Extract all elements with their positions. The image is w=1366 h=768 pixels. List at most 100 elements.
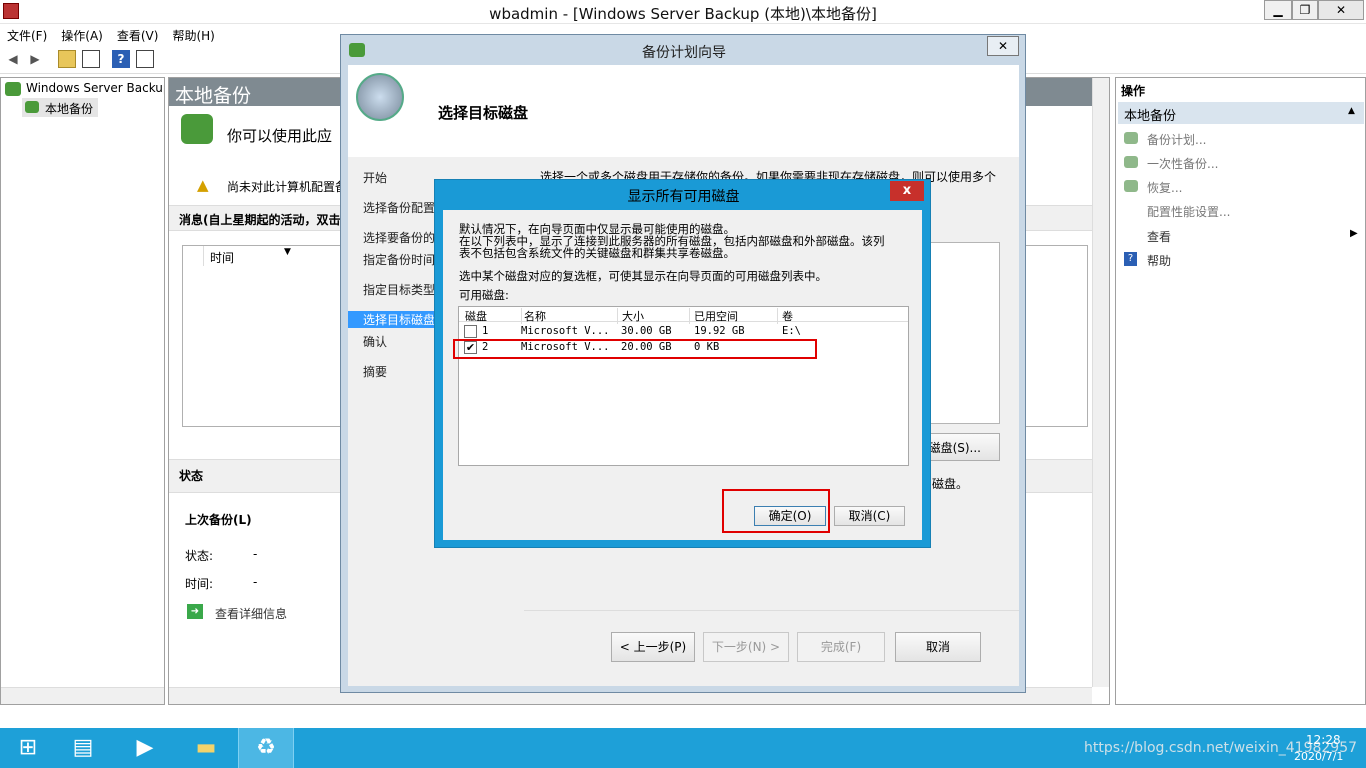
dialog-info-line3: 表不包括包含系统文件的关键磁盘和群集共享卷磁盘。 — [459, 246, 735, 260]
action-backup-schedule[interactable]: 备份计划... — [1147, 131, 1206, 148]
action-backup-once[interactable]: 一次性备份... — [1147, 155, 1218, 172]
disk-list: 磁盘 名称 大小 已用空间 卷 1 Microsoft V... 30.00 G… — [458, 306, 909, 466]
time-column-header[interactable]: 时间 ▼ — [203, 246, 343, 266]
view-details-link[interactable]: 查看详细信息 — [215, 605, 287, 622]
status-value: - — [253, 547, 258, 561]
actions-section-header[interactable]: 本地备份 ▲ — [1118, 102, 1364, 124]
column-volume[interactable]: 卷 — [777, 308, 869, 324]
action-configure-performance[interactable]: 配置性能设置... — [1147, 203, 1230, 220]
dialog-close-button[interactable]: x — [890, 181, 924, 201]
wizard-title: 备份计划向导 — [642, 45, 726, 61]
help-action-icon: ? — [1124, 252, 1137, 266]
file-explorer-icon[interactable]: ▬ — [178, 728, 234, 768]
action-help[interactable]: 帮助 — [1147, 252, 1171, 269]
main-vertical-scrollbar[interactable] — [1092, 78, 1109, 687]
menu-action[interactable]: 操作(A) — [54, 24, 110, 47]
menu-file[interactable]: 文件(F) — [0, 24, 54, 47]
restore-button[interactable]: ❐ — [1292, 0, 1318, 20]
actions-title: 操作 — [1121, 84, 1146, 98]
wizard-nav-start[interactable]: 开始 — [363, 169, 387, 186]
status-title: 状态 — [179, 469, 204, 483]
tree-horizontal-scrollbar[interactable] — [1, 687, 164, 704]
forward-arrow-icon[interactable]: ▶ — [26, 50, 44, 68]
wizard-nav-confirm[interactable]: 确认 — [363, 333, 387, 350]
wizard-cancel-button[interactable]: 取消 — [895, 632, 981, 662]
wizard-nav-summary[interactable]: 摘要 — [363, 363, 387, 380]
server-backup-icon — [5, 82, 21, 96]
action-view[interactable]: 查看 — [1147, 228, 1171, 245]
available-disks-label: 可用磁盘: — [459, 288, 509, 302]
show-all-disks-label: 磁盘(S)... — [928, 441, 981, 455]
wizard-nav-select-items[interactable]: 选择要备份的 — [363, 229, 435, 246]
wizard-nav-backup-config[interactable]: 选择备份配置 — [363, 199, 435, 216]
dialog-title: 显示所有可用磁盘 — [627, 189, 740, 205]
submenu-arrow-icon: ▶ — [1350, 228, 1358, 239]
wizard-nav-target-disk[interactable]: 选择目标磁盘 — [363, 311, 435, 328]
recover-icon — [1124, 180, 1138, 192]
taskbar: ⊞ ▤ ▶ ▬ ♻ https://blog.csdn.net/weixin_4… — [0, 728, 1366, 768]
disk-1-name: Microsoft V... — [521, 325, 610, 337]
window-titlebar: wbadmin - [Windows Server Backup (本地)\本地… — [0, 0, 1366, 24]
wizard-header-icon — [356, 73, 404, 121]
back-arrow-icon[interactable]: ◀ — [4, 50, 22, 68]
column-size[interactable]: 大小 — [617, 308, 689, 324]
wizard-prev-button[interactable]: < 上一步(P) — [611, 632, 695, 662]
help-icon[interactable]: ? — [112, 50, 130, 68]
time-label: 时间: — [185, 577, 214, 591]
minimize-button[interactable]: ▁ — [1264, 0, 1292, 20]
up-folder-icon[interactable] — [58, 50, 76, 68]
powershell-icon[interactable]: ▶ — [117, 728, 173, 768]
clock-date[interactable]: 2020/7/1 — [1294, 750, 1343, 763]
disk-1-volume: E:\ — [782, 325, 801, 337]
dialog-cancel-button[interactable]: 取消(C) — [834, 506, 905, 526]
disk-1-used: 19.92 GB — [694, 325, 745, 337]
action-recover[interactable]: 恢复... — [1147, 179, 1182, 196]
backup-intro-icon — [181, 114, 213, 144]
time-column-label: 时间 — [210, 251, 235, 265]
close-window-button[interactable]: ✕ — [1318, 0, 1364, 20]
main-header-title: 本地备份 — [175, 85, 252, 107]
clock-time[interactable]: 12:28 — [1306, 733, 1341, 747]
wizard-close-button[interactable]: ✕ — [987, 36, 1019, 56]
tree-root-label[interactable]: Windows Server Backup — [26, 81, 164, 95]
server-manager-icon[interactable]: ▤ — [55, 728, 111, 768]
column-used-space[interactable]: 已用空间 — [689, 308, 777, 324]
warning-text: 尚未对此计算机配置备 — [227, 180, 348, 194]
wizard-button-divider — [524, 610, 1019, 611]
wizard-description-end: 磁盘。 — [932, 477, 969, 491]
wizard-nav-target-type[interactable]: 指定目标类型 — [363, 281, 435, 298]
wizard-nav-backup-time[interactable]: 指定备份时间 — [363, 251, 435, 268]
time-value: - — [253, 575, 258, 589]
highlight-box-ok-button — [722, 489, 830, 533]
disk-list-header: 磁盘 名称 大小 已用空间 卷 — [459, 307, 908, 324]
console-tree-icon[interactable] — [82, 50, 100, 68]
menu-view[interactable]: 查看(V) — [110, 24, 166, 47]
windows-server-backup-icon[interactable]: ♻ — [238, 728, 294, 768]
tree-pane: Windows Server Backup 本地备份 — [0, 77, 165, 705]
column-disk[interactable]: 磁盘 — [465, 308, 487, 324]
collapse-up-icon: ▲ — [1348, 106, 1355, 116]
action-pane-icon[interactable] — [136, 50, 154, 68]
window-title: wbadmin - [Windows Server Backup (本地)\本地… — [489, 5, 877, 23]
warning-icon: ▲ — [197, 176, 209, 194]
backup-schedule-icon — [1124, 132, 1138, 144]
menu-help[interactable]: 帮助(H) — [165, 24, 221, 47]
tree-child-item[interactable]: 本地备份 — [22, 98, 98, 117]
wizard-finish-button[interactable]: 完成(F) — [797, 632, 885, 662]
actions-section-label: 本地备份 — [1124, 109, 1177, 124]
local-backup-icon — [25, 101, 39, 113]
status-label: 状态: — [185, 549, 214, 563]
intro-text: 你可以使用此应 — [227, 127, 333, 145]
highlight-box-disk-2 — [453, 339, 817, 359]
actions-pane: 操作 本地备份 ▲ 备份计划... 一次性备份... 恢复... 配置性能设置.… — [1115, 77, 1366, 705]
disk-row-1[interactable]: 1 Microsoft V... 30.00 GB 19.92 GB E:\ — [459, 324, 908, 340]
dialog-info-line4: 选中某个磁盘对应的复选框，可使其显示在向导页面的可用磁盘列表中。 — [459, 269, 827, 283]
wizard-next-button[interactable]: 下一步(N) > — [703, 632, 789, 662]
start-windows-icon[interactable]: ⊞ — [0, 728, 56, 768]
column-name[interactable]: 名称 — [521, 308, 617, 324]
disk-1-size: 30.00 GB — [621, 325, 672, 337]
show-disks-dialog: 显示所有可用磁盘 x 默认情况下，在向导页面中仅显示最可能使用的磁盘。 在以下列… — [434, 179, 931, 548]
disk-1-number: 1 — [482, 325, 489, 337]
disk-1-checkbox[interactable] — [464, 325, 477, 338]
wizard-heading: 选择目标磁盘 — [438, 104, 529, 122]
